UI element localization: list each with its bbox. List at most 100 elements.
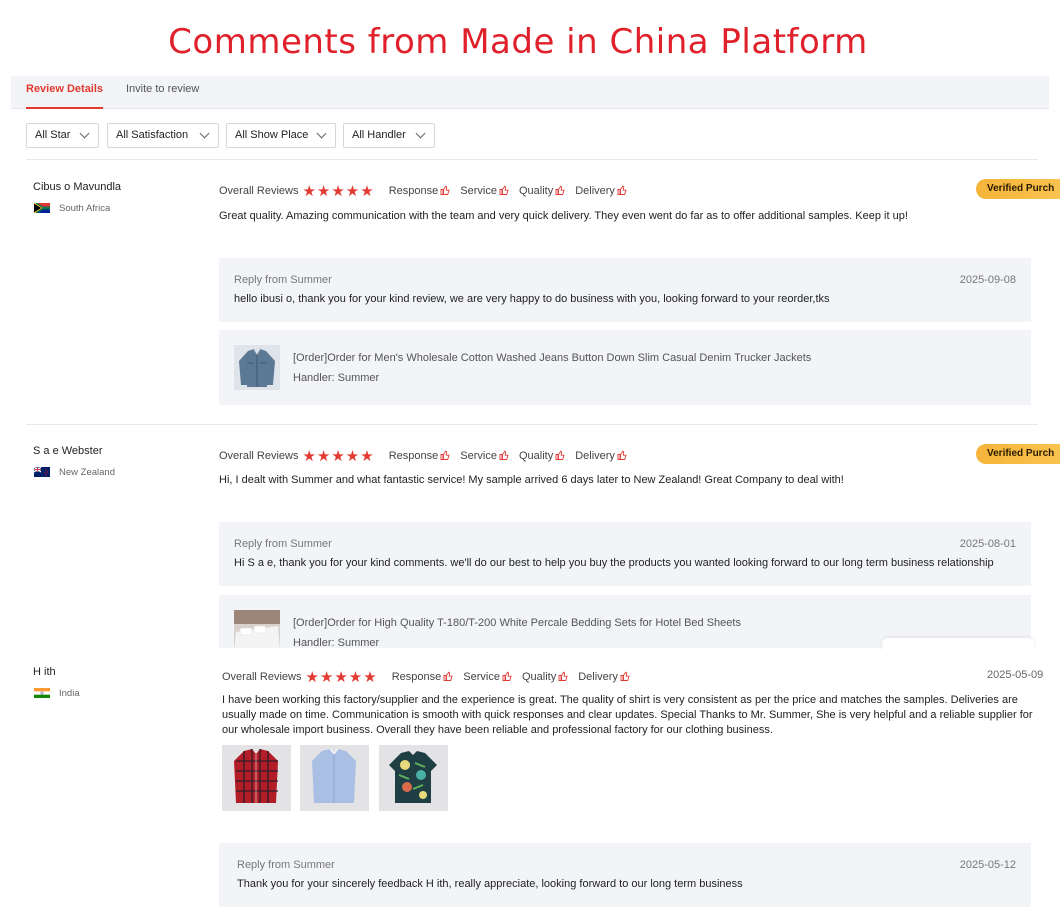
- tab-bar: Review Details Invite to review: [11, 76, 1049, 109]
- metric-delivery-label: Delivery: [578, 671, 618, 684]
- floating-popup: [882, 638, 1034, 652]
- reviewer-country: South Africa: [59, 203, 111, 214]
- metric-service-label: Service: [460, 450, 497, 463]
- review-divider: [26, 424, 1038, 425]
- chevron-down-icon: [316, 128, 327, 139]
- filter-show-place-label: All Show Place: [235, 129, 309, 141]
- reply-box: Reply from Summer 2025-09-08 hello ibusi…: [219, 258, 1031, 322]
- reviewer-name: H ith: [33, 666, 56, 678]
- star-rating: ★★★★★: [305, 669, 378, 686]
- metric-service-label: Service: [463, 671, 500, 684]
- metric-response: Response: [389, 185, 451, 197]
- metric-service: Service: [463, 671, 512, 683]
- metric-service-label: Service: [460, 185, 497, 198]
- metric-delivery-label: Delivery: [575, 450, 615, 463]
- reply-text: Thank you for your sincerely feedback H …: [237, 878, 743, 890]
- thumbs-up-icon: [617, 185, 627, 195]
- order-handler: Handler: Summer: [293, 372, 380, 384]
- reply-box: Reply from Summer 2025-05-12 Thank you f…: [219, 843, 1031, 907]
- reply-date: 2025-09-08: [959, 274, 1016, 286]
- order-box[interactable]: [Order]Order for Men's Wholesale Cotton …: [219, 330, 1031, 405]
- review-text: Great quality. Amazing communication wit…: [219, 210, 908, 222]
- order-title[interactable]: [Order]Order for High Quality T-180/T-20…: [293, 617, 741, 629]
- reply-text: hello ibusi o, thank you for your kind r…: [234, 293, 830, 305]
- review-metrics: Overall Reviews ★★★★★ Response Service Quali…: [219, 447, 637, 465]
- thumbs-up-icon: [555, 450, 565, 460]
- filter-divider: [26, 159, 1038, 160]
- filter-star-label: All Star: [35, 129, 71, 141]
- thumbs-up-icon: [499, 450, 509, 460]
- star-rating: ★★★★★: [302, 183, 375, 200]
- filter-star[interactable]: All Star: [26, 123, 99, 148]
- order-title[interactable]: [Order]Order for Men's Wholesale Cotton …: [293, 352, 811, 364]
- banner-title: Comments from Made in China Platform: [168, 22, 868, 62]
- thumbs-up-icon: [555, 185, 565, 195]
- filter-show-place[interactable]: All Show Place: [226, 123, 336, 148]
- metric-quality-label: Quality: [518, 450, 554, 463]
- reviewer-country: New Zealand: [59, 467, 115, 478]
- thumbs-up-icon: [440, 450, 450, 460]
- tab-invite-to-review[interactable]: Invite to review: [126, 76, 199, 109]
- review-text: I have been working this factory/supplie…: [222, 694, 1033, 736]
- reply-box: Reply from Summer 2025-08-01 Hi S a e, t…: [219, 522, 1031, 586]
- review-metrics: Overall Reviews ★★★★★ Response Service Quali…: [219, 182, 637, 200]
- metric-response-label: Response: [388, 450, 439, 463]
- metric-quality-label: Quality: [521, 671, 557, 684]
- star-rating: ★★★★★: [302, 448, 375, 465]
- thumbs-up-icon: [617, 450, 627, 460]
- review-metrics: Overall Reviews ★★★★★ Response Service Quali…: [222, 668, 640, 686]
- metric-delivery: Delivery: [575, 450, 627, 462]
- metric-delivery: Delivery: [578, 671, 630, 683]
- review-date: 2025-05-09: [987, 669, 1044, 681]
- metric-delivery-label: Delivery: [575, 185, 615, 198]
- bedding-set-thumbnail[interactable]: [234, 610, 280, 648]
- reply-date: 2025-08-01: [959, 538, 1016, 550]
- overall-reviews-label: Overall Reviews: [219, 450, 299, 462]
- south-africa-flag-icon: [34, 203, 50, 213]
- metric-quality: Quality: [519, 185, 565, 197]
- chevron-down-icon: [199, 128, 210, 139]
- order-handler: Handler: Summer: [293, 637, 380, 648]
- thumbs-up-icon: [502, 671, 512, 681]
- filter-handler[interactable]: All Handler: [343, 123, 435, 148]
- denim-jacket-thumbnail[interactable]: [234, 345, 280, 390]
- overall-reviews-label: Overall Reviews: [219, 185, 299, 197]
- metric-response-label: Response: [391, 671, 442, 684]
- metric-delivery: Delivery: [575, 185, 627, 197]
- metric-service: Service: [460, 450, 509, 462]
- reply-text: Hi S a e, thank you for your kind commen…: [234, 557, 994, 569]
- reply-date: 2025-05-12: [959, 859, 1016, 871]
- thumbs-up-icon: [558, 671, 568, 681]
- red-plaid-shirt-photo[interactable]: [222, 745, 291, 811]
- filter-satisfaction-label: All Satisfaction: [116, 129, 189, 141]
- chevron-down-icon: [79, 128, 90, 139]
- light-blue-shirt-photo[interactable]: [300, 745, 369, 811]
- reviewer-name: S a e Webster: [33, 445, 103, 457]
- reviewer-country: India: [59, 688, 80, 699]
- overall-reviews-label: Overall Reviews: [222, 671, 302, 683]
- reviewer-name: Cibus o Mavundla: [33, 181, 122, 193]
- reply-from: Reply from Summer: [234, 274, 332, 286]
- metric-quality-label: Quality: [518, 185, 554, 198]
- metric-response-label: Response: [388, 185, 439, 198]
- thumbs-up-icon: [499, 185, 509, 195]
- reply-from: Reply from Summer: [234, 538, 332, 550]
- metric-quality: Quality: [519, 450, 565, 462]
- india-flag-icon: [34, 688, 50, 698]
- review-text: Hi, I dealt with Summer and what fantast…: [219, 474, 844, 486]
- tropical-print-shirt-photo[interactable]: [379, 745, 448, 811]
- chevron-down-icon: [415, 128, 426, 139]
- metric-quality: Quality: [522, 671, 568, 683]
- metric-service: Service: [460, 185, 509, 197]
- filter-satisfaction[interactable]: All Satisfaction: [107, 123, 219, 148]
- filter-handler-label: All Handler: [352, 129, 406, 141]
- tab-review-details[interactable]: Review Details: [26, 76, 104, 109]
- metric-response: Response: [392, 671, 454, 683]
- metric-response: Response: [389, 450, 451, 462]
- thumbs-up-icon: [443, 671, 453, 681]
- new-zealand-flag-icon: [34, 467, 50, 477]
- reply-from: Reply from Summer: [237, 859, 335, 871]
- thumbs-up-icon: [440, 185, 450, 195]
- thumbs-up-icon: [620, 671, 630, 681]
- verified-purchase-badge: Verified Purch: [976, 444, 1060, 464]
